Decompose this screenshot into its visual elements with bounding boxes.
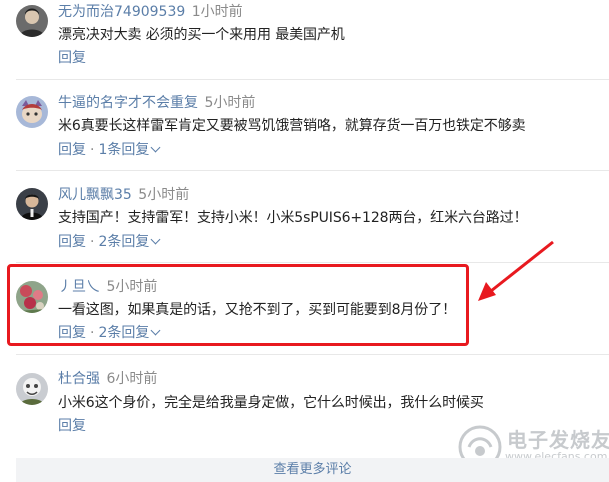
watermark-brand: 电子发烧友 [507,428,609,452]
timestamp: 5小时前 [204,95,256,111]
username[interactable]: 风儿飘飘35 [58,187,132,203]
timestamp: 5小时前 [138,187,190,203]
username[interactable]: 杜合强 [58,371,100,387]
avatar[interactable] [16,373,48,405]
timestamp: 6小时前 [106,371,158,387]
separator: · [90,142,95,158]
separator: · [90,234,95,250]
comment-text: 米6真要长这样雷军肯定又要被骂饥饿营销咯，就算存货一百万也铁定不够卖 [58,118,526,134]
divider [16,262,609,263]
replies-count-label: 1条回复 [98,142,150,158]
arrow-head [478,282,496,301]
reply-button[interactable]: 回复 [58,418,86,434]
chevron-down-icon [150,234,161,245]
reply-button[interactable]: 回复 [58,142,86,158]
comment-text: 小米6这个身价，完全是给我量身定做，它什么时候出，我什么时候买 [58,395,484,411]
reply-button[interactable]: 回复 [58,234,86,250]
view-replies-button[interactable]: 1条回复 [98,142,161,158]
divider [16,79,609,80]
view-replies-button[interactable]: 2条回复 [98,234,161,250]
replies-count-label: 2条回复 [98,234,150,250]
username[interactable]: 牛逼的名字才不会重复 [58,95,198,111]
avatar[interactable] [16,5,48,37]
timestamp: 1小时前 [191,4,243,20]
username[interactable]: 无为而治74909539 [58,4,185,20]
comment-text: 支持国产！支持雷军！支持小米！小米5sPUIS6+128两台，红米六台路过！ [58,210,528,226]
highlight-box [7,264,469,346]
avatar[interactable] [16,96,48,128]
avatar[interactable] [16,188,48,220]
reply-button[interactable]: 回复 [58,50,86,66]
arrow-shaft [490,240,554,293]
comment-text: 漂亮决对大卖 必须的买一个来用用 最美国产机 [58,27,345,43]
view-more-comments-label: 查看更多评论 [273,462,352,477]
view-more-comments-button[interactable]: 查看更多评论 [16,458,609,482]
chevron-down-icon [150,142,161,153]
divider [16,354,609,355]
divider [16,170,609,171]
